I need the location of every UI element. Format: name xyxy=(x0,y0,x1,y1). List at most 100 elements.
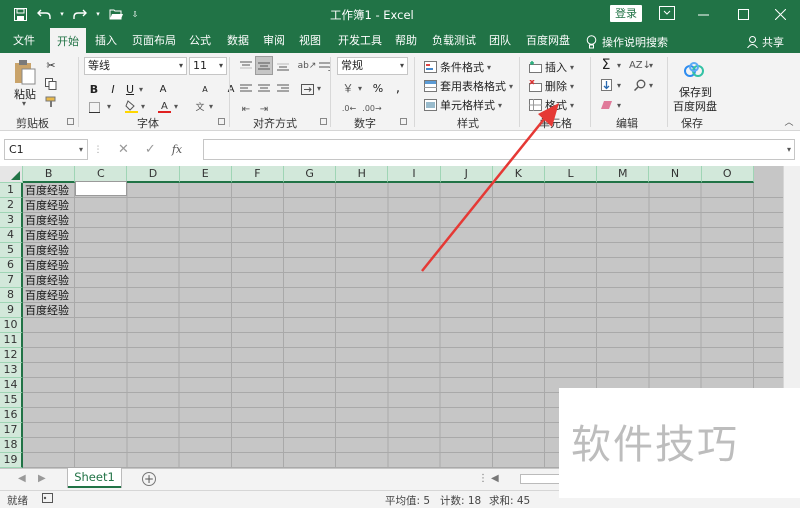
save-to-netdisk-line2[interactable]: 百度网盘 xyxy=(673,98,717,114)
baidu-netdisk-icon[interactable] xyxy=(681,60,707,80)
currency-icon[interactable]: ￥ xyxy=(341,80,355,96)
fill-color-dropdown-icon[interactable]: ▾ xyxy=(141,102,145,111)
currency-dropdown-icon[interactable]: ▾ xyxy=(358,84,362,93)
border-icon[interactable] xyxy=(88,101,100,113)
column-header-d[interactable]: D xyxy=(127,166,180,183)
tab-team[interactable]: 团队 xyxy=(486,28,514,53)
tab-insert[interactable]: 插入 xyxy=(90,28,122,53)
merge-center-icon[interactable] xyxy=(298,80,316,98)
delete-cells-button[interactable]: 删除 ▾ xyxy=(529,78,574,94)
format-as-table-button[interactable]: 套用表格格式 ▾ xyxy=(424,78,513,94)
row-header-15[interactable]: 15 xyxy=(0,393,23,408)
copy-icon[interactable] xyxy=(44,77,58,91)
column-header-j[interactable]: J xyxy=(440,166,493,183)
column-header-h[interactable]: H xyxy=(336,166,389,183)
increase-decimal-icon[interactable]: .0← xyxy=(341,101,357,115)
tab-page-layout[interactable]: 页面布局 xyxy=(128,28,180,53)
cell-b3[interactable]: 百度经验 xyxy=(25,213,69,228)
cell-b5[interactable]: 百度经验 xyxy=(25,243,69,258)
grow-font-icon[interactable]: A xyxy=(225,82,237,96)
autosum-dropdown-icon[interactable]: ▾ xyxy=(617,61,621,70)
paste-dropdown-icon[interactable]: ▾ xyxy=(22,99,26,108)
tab-load-test[interactable]: 负载测试 xyxy=(428,28,480,53)
fill-down-icon[interactable] xyxy=(598,77,614,93)
font-color-a-icon[interactable]: A xyxy=(157,82,169,96)
hscroll-menu-icon[interactable]: ⋮ xyxy=(478,473,488,484)
prev-sheet-icon[interactable]: ◀ xyxy=(18,473,26,484)
bold-button[interactable]: B xyxy=(88,82,100,96)
maximize-button[interactable] xyxy=(723,0,763,28)
tab-baidu-netdisk[interactable]: 百度网盘 xyxy=(522,28,574,53)
tell-me-search[interactable]: 操作说明搜索 xyxy=(586,34,668,50)
underline-button[interactable]: U xyxy=(124,82,136,96)
row-header-11[interactable]: 11 xyxy=(0,333,23,348)
ribbon-display-options-icon[interactable] xyxy=(659,6,675,23)
phonetic-dropdown-icon[interactable]: ▾ xyxy=(209,102,213,111)
select-all-corner[interactable] xyxy=(0,166,23,183)
macro-record-icon[interactable] xyxy=(42,493,53,506)
row-header-19[interactable]: 19 xyxy=(0,453,23,468)
redo-dropdown-icon[interactable]: ▾ xyxy=(94,5,102,23)
row-header-14[interactable]: 14 xyxy=(0,378,23,393)
name-box[interactable]: C1 ▾ xyxy=(4,139,88,160)
column-header-e[interactable]: E xyxy=(179,166,232,183)
close-button[interactable] xyxy=(760,0,800,28)
row-header-2[interactable]: 2 xyxy=(0,198,23,213)
font-size-select[interactable]: 11 ▾ xyxy=(189,57,227,75)
column-header-m[interactable]: M xyxy=(597,166,650,183)
row-header-9[interactable]: 9 xyxy=(0,303,23,318)
paste-icon[interactable] xyxy=(12,58,38,86)
cell-b1[interactable]: 百度经验 xyxy=(25,183,69,198)
expand-formula-bar-icon[interactable]: ▾ xyxy=(784,143,794,155)
format-painter-icon[interactable] xyxy=(44,95,58,109)
row-header-5[interactable]: 5 xyxy=(0,243,23,258)
row-header-8[interactable]: 8 xyxy=(0,288,23,303)
column-header-b[interactable]: B xyxy=(23,166,76,183)
align-middle-icon[interactable] xyxy=(255,56,273,75)
tab-formulas[interactable]: 公式 xyxy=(186,28,214,53)
align-right-icon[interactable] xyxy=(274,80,292,98)
align-top-icon[interactable] xyxy=(237,57,255,75)
font-name-select[interactable]: 等线 ▾ xyxy=(84,57,187,75)
row-header-10[interactable]: 10 xyxy=(0,318,23,333)
find-select-icon[interactable] xyxy=(632,77,648,93)
align-center-icon[interactable] xyxy=(255,80,273,98)
tab-data[interactable]: 数据 xyxy=(224,28,252,53)
column-header-o[interactable]: O xyxy=(701,166,754,183)
phonetic-icon[interactable]: 文 xyxy=(193,99,207,113)
cell-b6[interactable]: 百度经验 xyxy=(25,258,69,273)
column-header-f[interactable]: F xyxy=(231,166,284,183)
active-cell-c1[interactable] xyxy=(75,181,127,196)
align-left-icon[interactable] xyxy=(237,80,255,98)
cell-b7[interactable]: 百度经验 xyxy=(25,273,69,288)
tab-view[interactable]: 视图 xyxy=(296,28,324,53)
add-sheet-button[interactable]: + xyxy=(142,472,156,486)
horizontal-scrollbar-thumb[interactable] xyxy=(520,474,560,484)
decrease-decimal-icon[interactable]: .00→ xyxy=(362,101,381,115)
column-header-n[interactable]: N xyxy=(649,166,702,183)
formula-bar-handle-icon[interactable]: ⋮ xyxy=(94,143,103,157)
tab-review[interactable]: 审阅 xyxy=(260,28,288,53)
sort-filter-dropdown-icon[interactable]: ▾ xyxy=(649,61,653,70)
row-header-12[interactable]: 12 xyxy=(0,348,23,363)
clear-icon[interactable] xyxy=(598,97,614,113)
border-dropdown-icon[interactable]: ▾ xyxy=(107,102,111,111)
orientation-icon[interactable]: ab↗ xyxy=(298,57,317,75)
tab-file[interactable]: 文件 xyxy=(6,28,42,53)
row-header-17[interactable]: 17 xyxy=(0,423,23,438)
login-button[interactable]: 登录 xyxy=(610,5,642,22)
comma-style-icon[interactable]: , xyxy=(391,80,405,96)
fill-dropdown-icon[interactable]: ▾ xyxy=(617,81,621,90)
minimize-button[interactable] xyxy=(683,0,723,28)
clear-dropdown-icon[interactable]: ▾ xyxy=(617,101,621,110)
autosum-icon[interactable]: Σ xyxy=(598,57,614,73)
format-cells-button[interactable]: 格式 ▾ xyxy=(529,97,574,113)
cell-b4[interactable]: 百度经验 xyxy=(25,228,69,243)
font-color-icon[interactable]: A xyxy=(157,99,171,113)
tab-developer[interactable]: 开发工具 xyxy=(334,28,386,53)
number-launcher-icon[interactable] xyxy=(400,118,407,125)
row-header-3[interactable]: 3 xyxy=(0,213,23,228)
find-dropdown-icon[interactable]: ▾ xyxy=(649,81,653,90)
enter-formula-icon[interactable]: ✓ xyxy=(145,142,156,157)
number-format-select[interactable]: 常规 ▾ xyxy=(337,57,408,75)
